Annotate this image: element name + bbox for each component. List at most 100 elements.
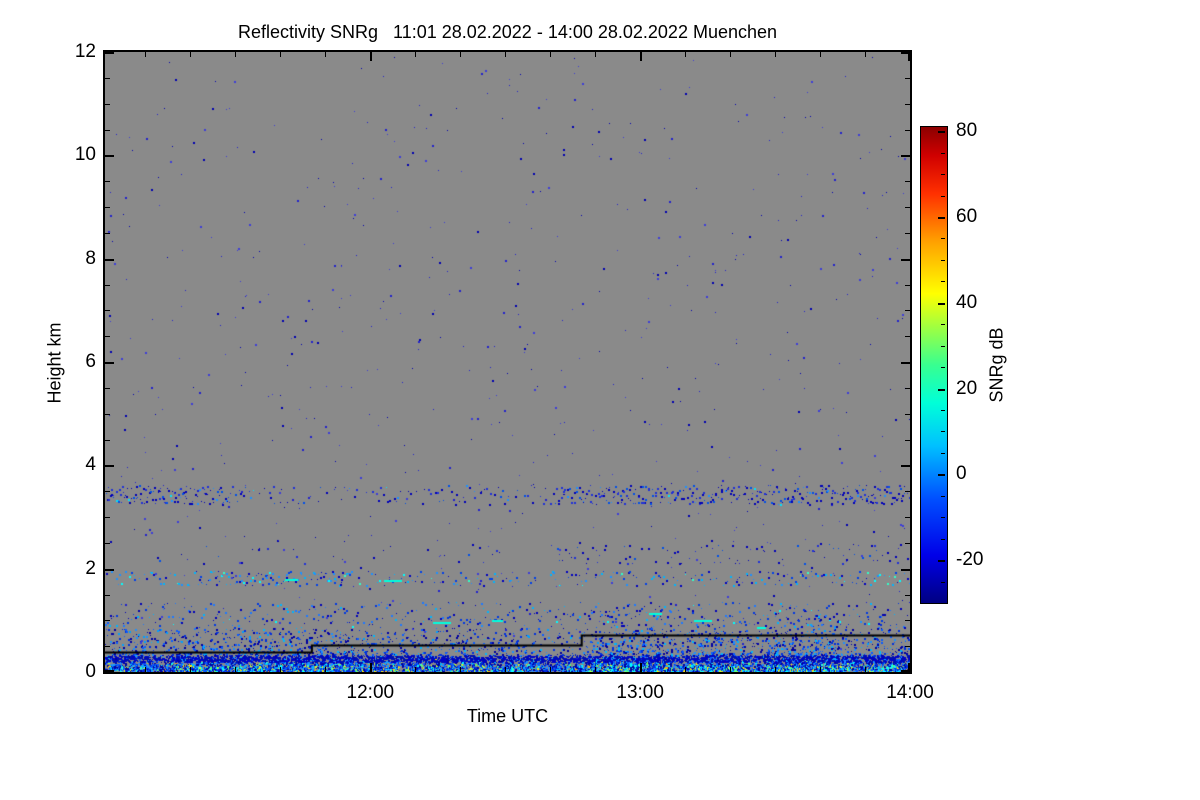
axis-tick (105, 310, 110, 311)
axis-tick (905, 181, 910, 182)
axis-tick (415, 52, 416, 57)
x-tick-label: 14:00 (886, 682, 934, 703)
radar-reflectivity-page: Reflectivity SNRg 11:01 28.02.2022 - 14:… (0, 0, 1200, 800)
x-axis-label: Time UTC (466, 706, 549, 726)
colorbar-tick-label: 0 (956, 463, 967, 485)
axis-tick (905, 543, 910, 544)
axis-tick (235, 52, 236, 57)
axis-tick (905, 336, 910, 337)
axis-tick (640, 663, 642, 672)
axis-tick (905, 388, 910, 389)
axis-tick (905, 620, 910, 621)
axis-tick (901, 259, 910, 261)
colorbar-tick (938, 131, 945, 133)
colorbar-tick (938, 217, 945, 219)
axis-tick (905, 517, 910, 518)
x-tick-label: 13:00 (616, 682, 664, 703)
axis-tick (105, 52, 114, 54)
axis-tick (105, 465, 114, 467)
axis-tick (901, 569, 910, 571)
axis-tick (905, 440, 910, 441)
axis-tick (105, 569, 114, 571)
axis-tick (550, 667, 551, 672)
axis-tick (505, 52, 506, 57)
colorbar-tick-label: 80 (956, 120, 978, 142)
colorbar-tick (941, 582, 945, 583)
axis-tick (280, 667, 281, 672)
axis-tick (640, 52, 642, 61)
axis-tick (901, 362, 910, 364)
colorbar-tick (938, 389, 945, 391)
colorbar-tick (941, 496, 945, 497)
colorbar-tick-label: 60 (956, 206, 978, 228)
axis-tick (145, 52, 146, 57)
axis-tick (325, 52, 326, 57)
axis-tick (595, 667, 596, 672)
axis-tick (105, 362, 114, 364)
colorbar-tick (941, 153, 945, 154)
axis-tick (905, 285, 910, 286)
axis-tick (190, 52, 191, 57)
axis-tick (901, 155, 910, 157)
colorbar-label: SNRg dB (986, 327, 1007, 403)
y-tick-label: 0 (85, 661, 96, 682)
axis-tick (820, 52, 821, 57)
colorbar-tick (941, 281, 945, 282)
axis-tick (550, 52, 551, 57)
plot-canvas (105, 52, 910, 672)
colorbar-tick (941, 324, 945, 325)
axis-tick (105, 595, 110, 596)
axis-tick (105, 543, 110, 544)
axis-tick (325, 667, 326, 672)
colorbar-tick (941, 539, 945, 540)
axis-tick (865, 667, 866, 672)
axis-tick (105, 620, 110, 621)
axis-tick (908, 52, 910, 61)
axis-tick (280, 52, 281, 57)
axis-tick (730, 667, 731, 672)
colorbar-tick (941, 196, 945, 197)
axis-tick (105, 233, 110, 234)
colorbar-tick (941, 410, 945, 411)
axis-tick (905, 78, 910, 79)
axis-tick (105, 181, 110, 182)
colorbar-gradient (921, 127, 947, 603)
axis-tick (105, 491, 110, 492)
axis-tick (901, 465, 910, 467)
axis-tick (505, 667, 506, 672)
axis-tick (905, 130, 910, 131)
axis-tick (105, 388, 110, 389)
axis-tick (595, 52, 596, 57)
x-tick-label: 12:00 (346, 682, 395, 703)
axis-tick (235, 667, 236, 672)
axis-tick (105, 414, 110, 415)
axis-tick (370, 663, 372, 672)
axis-tick (905, 207, 910, 208)
chart-title: Reflectivity SNRg 11:01 28.02.2022 - 14:… (237, 22, 778, 42)
y-tick-label: 8 (85, 247, 96, 269)
colorbar-tick (941, 346, 945, 347)
y-axis-label: Height km (44, 322, 65, 404)
axis-tick (905, 104, 910, 105)
axis-tick (105, 517, 110, 518)
colorbar-tick-label: 40 (956, 291, 978, 313)
y-tick-label: 10 (74, 144, 96, 166)
axis-tick (105, 78, 110, 79)
colorbar-tick (938, 474, 945, 476)
axis-tick (105, 259, 114, 261)
axis-tick (905, 646, 910, 647)
axis-tick (105, 646, 110, 647)
colorbar-tick (938, 303, 945, 305)
axis-tick (905, 491, 910, 492)
axis-tick (905, 595, 910, 596)
axis-tick (775, 667, 776, 672)
colorbar-tick (941, 174, 945, 175)
colorbar-tick (941, 431, 945, 432)
colorbar-tick (941, 517, 945, 518)
axis-tick (370, 52, 372, 61)
colorbar-tick (941, 453, 945, 454)
axis-tick (905, 310, 910, 311)
axis-tick (145, 667, 146, 672)
axis-tick (460, 667, 461, 672)
axis-tick (865, 52, 866, 57)
